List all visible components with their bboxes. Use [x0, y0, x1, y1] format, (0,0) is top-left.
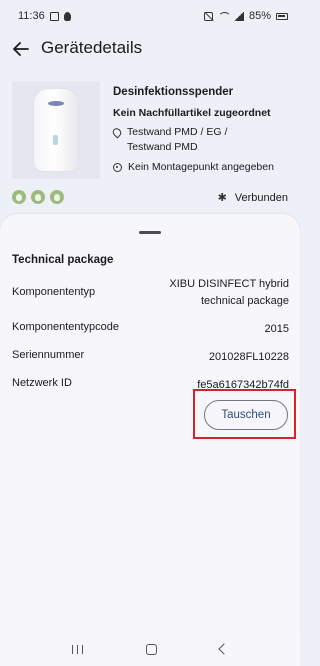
connection-label: Verbunden — [234, 191, 288, 204]
eco-badge-icon — [31, 190, 45, 204]
status-bar: 11:36 85% — [0, 0, 300, 32]
page-title: Gerätedetails — [41, 38, 143, 57]
drag-handle[interactable] — [139, 231, 161, 234]
detail-value-line-2: technical package — [200, 295, 289, 307]
eco-badge-icon — [12, 190, 26, 204]
back-nav-icon[interactable] — [218, 643, 230, 655]
back-button[interactable] — [10, 38, 32, 60]
mount-point: Kein Montagepunkt angegeben — [113, 161, 274, 173]
wifi-icon — [217, 11, 231, 21]
dispenser-illustration — [34, 89, 78, 171]
battery-level: 85% — [248, 10, 271, 22]
detail-value: 201028FL10228 — [208, 351, 289, 363]
swap-button[interactable]: Tauschen — [204, 400, 288, 430]
device-image — [12, 81, 100, 179]
detail-value: XIBU DISINFECT hybrid technical package — [169, 276, 289, 310]
system-nav-bar — [0, 632, 300, 666]
detail-value-line-1: XIBU DISINFECT hybrid — [169, 278, 289, 290]
clock: 11:36 — [18, 10, 45, 22]
home-icon[interactable] — [145, 643, 157, 655]
detail-label: Komponententypcode — [12, 321, 120, 333]
mute-icon — [203, 11, 213, 21]
location-line-2: Testwand PMD — [127, 141, 198, 153]
detail-row-component-type: Komponententyp XIBU DISINFECT hybrid tec… — [12, 276, 289, 312]
battery-icon — [276, 12, 288, 20]
mount-point-icon — [113, 163, 122, 172]
location-pin-icon — [110, 126, 124, 139]
eco-badge-icon — [50, 190, 64, 204]
detail-value: 2015 — [264, 323, 289, 335]
location-line-1: Testwand PMD / EG / — [127, 126, 228, 138]
refill-article: Kein Nachfüllartikel zugeordnet — [113, 107, 271, 119]
gallery-icon — [49, 11, 59, 21]
app-bar: Gerätedetails — [0, 32, 300, 66]
arrow-left-icon — [13, 42, 29, 56]
signal-icon — [233, 11, 244, 21]
device-location: Testwand PMD / EG / Testwand PMD — [110, 125, 228, 155]
detail-row-component-type-code: Komponententypcode 2015 — [12, 321, 289, 337]
device-name: Desinfektionsspender — [113, 86, 234, 98]
technical-package-sheet: Technical package Komponententyp XIBU DI… — [0, 214, 300, 632]
mount-point-label: Kein Montagepunkt angegeben — [128, 161, 274, 173]
connection-status: ✱ Verbunden — [217, 191, 288, 205]
section-title: Technical package — [12, 254, 114, 266]
bluetooth-icon: ✱ — [217, 192, 227, 204]
detail-label: Komponententyp — [12, 286, 96, 298]
detail-label: Seriennummer — [12, 349, 85, 361]
detail-row-serial-number: Seriennummer 201028FL10228 — [12, 349, 289, 365]
eco-badges — [12, 190, 64, 204]
recent-apps-icon[interactable] — [71, 644, 83, 654]
lightbulb-icon — [63, 11, 71, 21]
detail-label: Netzwerk ID — [12, 377, 72, 389]
